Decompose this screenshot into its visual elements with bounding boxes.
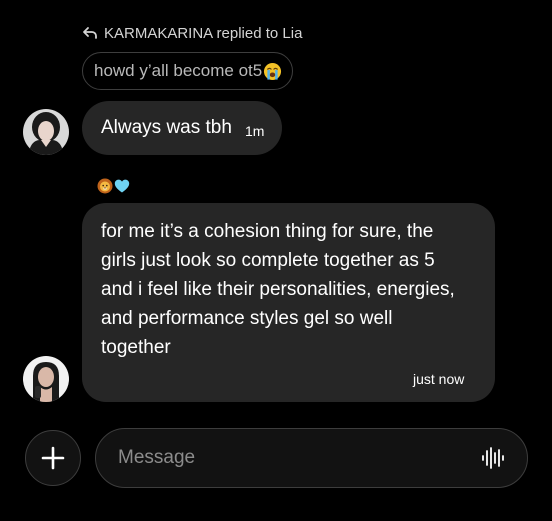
- avatar[interactable]: [23, 109, 69, 155]
- light-blue-heart-emoji: [114, 179, 130, 193]
- reply-arrow-icon: [83, 27, 97, 39]
- loudly-crying-face-emoji: [264, 62, 282, 80]
- message-timestamp: 1m: [244, 122, 265, 139]
- voice-waveform-icon[interactable]: [481, 447, 505, 469]
- message-reactions[interactable]: [97, 178, 130, 194]
- message-text: for me it’s a cohesion thing for sure, t…: [101, 221, 455, 358]
- message-timestamp: just now: [413, 371, 465, 387]
- message-text: Always was tbh: [101, 117, 232, 138]
- avatar-image: [23, 109, 69, 155]
- quoted-text: howd y’all become ot5: [94, 61, 263, 80]
- add-attachment-button[interactable]: [25, 430, 81, 486]
- message-bubble[interactable]: Always was tbh 1m: [82, 101, 283, 155]
- message-bubble[interactable]: for me it’s a cohesion thing for sure, t…: [82, 203, 495, 402]
- reply-context-label: KARMAKARINA replied to Lia: [104, 24, 303, 42]
- avatar[interactable]: [23, 356, 69, 402]
- message-composer: [95, 428, 528, 488]
- avatar-image: [23, 356, 69, 402]
- plus-icon: [41, 446, 65, 470]
- quoted-message[interactable]: howd y’all become ot5: [82, 52, 294, 90]
- reply-context-header: KARMAKARINA replied to Lia: [82, 22, 302, 44]
- lion-face-emoji: [97, 178, 113, 194]
- message-input[interactable]: [118, 441, 458, 475]
